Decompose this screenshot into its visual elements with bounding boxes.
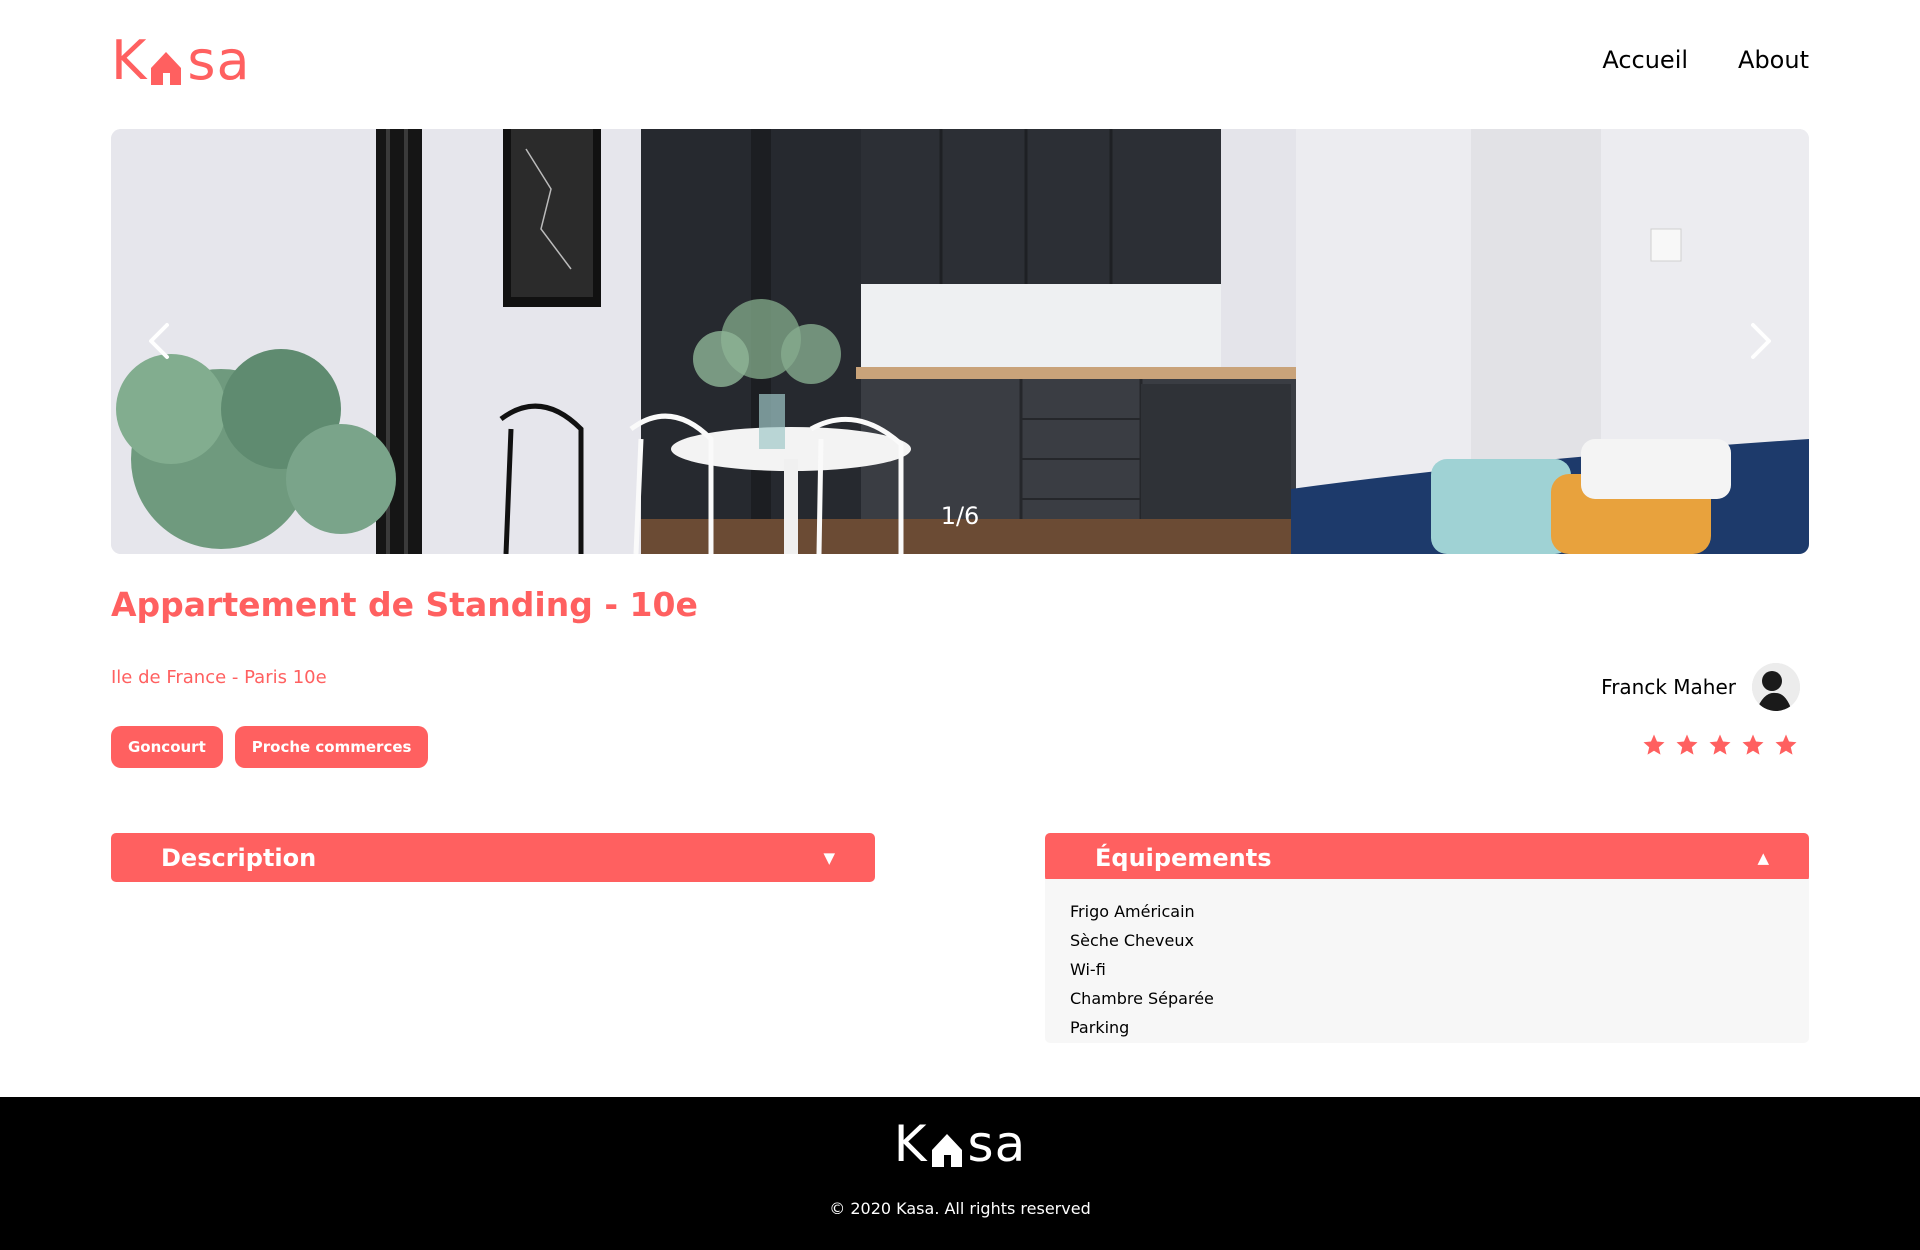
list-item: Parking bbox=[1070, 1018, 1130, 1037]
collapse-title: Équipements bbox=[1095, 843, 1272, 872]
chevron-left-icon bbox=[149, 323, 169, 359]
listing-location: Ile de France - Paris 10e bbox=[111, 667, 327, 688]
logo-letters-sa: sa bbox=[187, 29, 251, 92]
collapse-title: Description bbox=[161, 843, 317, 872]
main-nav: Accueil About bbox=[1602, 46, 1809, 74]
footer-logo: K sa bbox=[0, 1115, 1920, 1173]
photo-carousel: 1/6 bbox=[111, 129, 1809, 554]
house-icon bbox=[930, 1130, 964, 1168]
caret-down-icon: ▼ bbox=[823, 848, 835, 867]
house-icon bbox=[149, 48, 183, 86]
star-icon bbox=[1643, 734, 1665, 755]
equipements-toggle[interactable]: Équipements ▲ bbox=[1045, 833, 1809, 882]
logo-letters-sa: sa bbox=[967, 1115, 1027, 1173]
list-item: Wi-fi bbox=[1070, 960, 1106, 979]
description-toggle[interactable]: Description ▼ bbox=[111, 833, 875, 882]
tag-list: Goncourt Proche commerces bbox=[111, 726, 429, 768]
slide-counter: 1/6 bbox=[940, 502, 980, 530]
listing-title: Appartement de Standing - 10e bbox=[111, 585, 698, 624]
host-name: Franck Maher bbox=[1601, 675, 1736, 699]
host-avatar bbox=[1752, 663, 1800, 711]
equipements-list: Frigo Américain Sèche Cheveux Wi-fi Cham… bbox=[1045, 879, 1809, 1043]
list-item: Chambre Séparée bbox=[1070, 989, 1214, 1008]
footer: K sa © 2020 Kasa. All rights reserved bbox=[0, 1097, 1920, 1250]
previous-button[interactable] bbox=[131, 311, 191, 371]
rating-stars bbox=[1642, 733, 1798, 757]
apartment-photo bbox=[111, 129, 1809, 554]
star-icon bbox=[1676, 734, 1698, 755]
star-icon bbox=[1742, 734, 1764, 755]
list-item: Sèche Cheveux bbox=[1070, 931, 1194, 950]
caret-up-icon: ▲ bbox=[1757, 848, 1769, 867]
copyright-text: © 2020 Kasa. All rights reserved bbox=[829, 1199, 1091, 1218]
star-icon bbox=[1775, 734, 1797, 755]
next-button[interactable] bbox=[1729, 311, 1789, 371]
chevron-right-icon bbox=[1751, 323, 1771, 359]
nav-link-accueil[interactable]: Accueil bbox=[1602, 46, 1688, 74]
star-icon bbox=[1709, 734, 1731, 755]
header: K sa Accueil About bbox=[111, 0, 1809, 129]
tag: Goncourt bbox=[111, 726, 223, 768]
logo-letter-k: K bbox=[893, 1115, 928, 1173]
tag: Proche commerces bbox=[234, 726, 429, 768]
list-item: Frigo Américain bbox=[1070, 902, 1195, 921]
description-collapse: Description ▼ bbox=[111, 833, 875, 882]
nav-link-about[interactable]: About bbox=[1738, 46, 1809, 74]
logo-letter-k: K bbox=[111, 29, 148, 92]
equipements-collapse: Équipements ▲ Frigo Américain Sèche Chev… bbox=[1045, 833, 1809, 1043]
kasa-logo[interactable]: K sa bbox=[111, 29, 251, 92]
host-info: Franck Maher bbox=[1601, 663, 1800, 711]
